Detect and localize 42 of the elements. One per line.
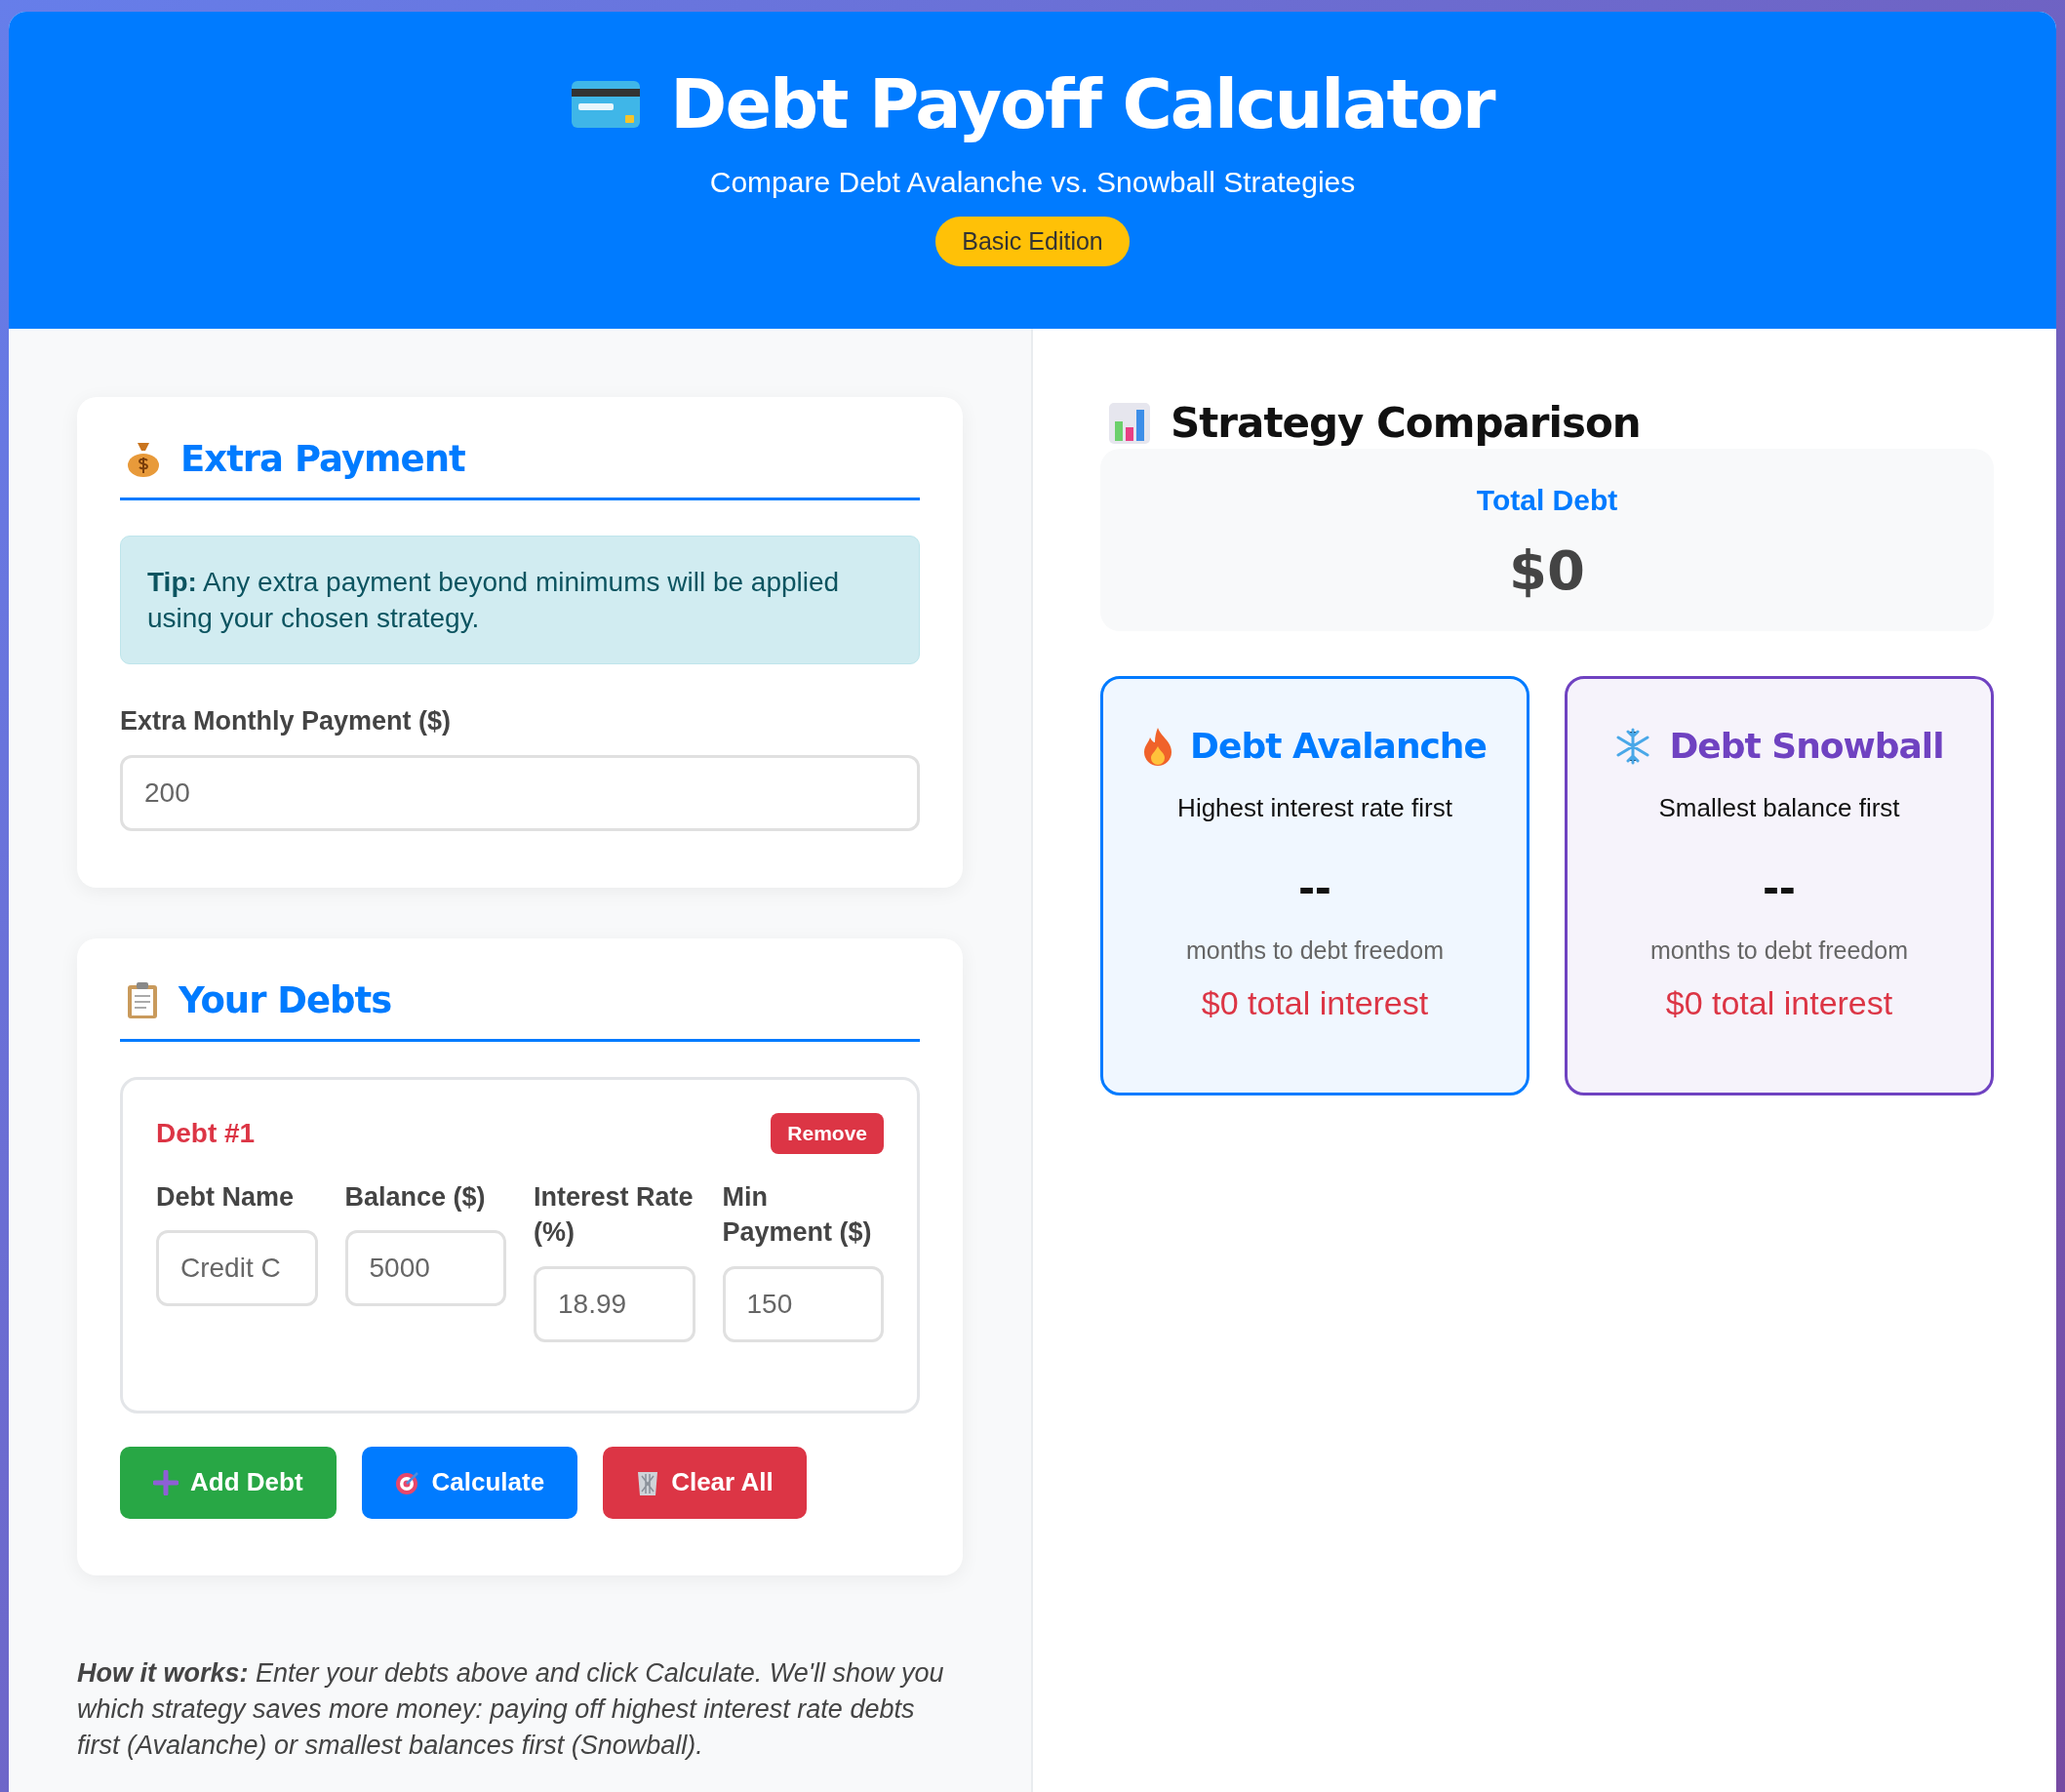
- action-button[interactable]: Calculate: [361, 1446, 578, 1519]
- how-it-works-text: How it works: Enter your debts above and click Calculate. We'll show you which strategy saves more money: paying off highest interest rate debts first (Avalanche) or smallest balances first (Snowball).: [77, 1656, 945, 1763]
- months-value: --: [1298, 858, 1331, 915]
- money-bag-icon: [126, 440, 161, 478]
- input-field[interactable]: Credit C: [156, 1230, 318, 1307]
- total-label: Total Debt: [1476, 484, 1618, 517]
- bar-chart-icon: [1108, 401, 1151, 445]
- tip-text: Tip: Any extra payment beyond minimums will be applied using your chosen strategy.: [120, 536, 920, 665]
- interest-value: $0 total interest: [1665, 984, 1893, 1022]
- field-label: Min Payment ($): [722, 1180, 873, 1250]
- clipboard-icon: [126, 980, 159, 1020]
- input-field[interactable]: 150: [722, 1265, 884, 1342]
- section-title: Extra Payment: [180, 438, 465, 480]
- months-value: --: [1763, 858, 1796, 915]
- section-title: Your Debts: [179, 978, 392, 1021]
- field-label: Debt Name: [156, 1180, 296, 1214]
- action-button[interactable]: Clear All: [603, 1446, 807, 1519]
- app-subtitle: Compare Debt Avalanche vs. Snowball Strategies: [709, 166, 1356, 199]
- months-label: months to debt freedom: [1185, 936, 1444, 965]
- target-icon: [394, 1469, 420, 1495]
- interest-value: $0 total interest: [1201, 984, 1429, 1022]
- months-label: months to debt freedom: [1649, 936, 1908, 965]
- field-label: Extra Monthly Payment ($): [120, 705, 453, 738]
- section-title: Strategy Comparison: [1171, 399, 1641, 447]
- total-value: $0: [1509, 538, 1585, 602]
- field-label: Balance ($): [344, 1180, 487, 1214]
- strategy-title: Debt Avalanche: [1190, 726, 1487, 766]
- input-field[interactable]: 200: [120, 754, 920, 831]
- app-title: Debt Payoff Calculator: [670, 64, 1494, 144]
- field-label: Interest Rate (%): [534, 1180, 695, 1250]
- input-field[interactable]: 5000: [344, 1230, 506, 1307]
- edition-badge: Basic Edition: [935, 217, 1130, 266]
- flame-icon: [1143, 726, 1173, 766]
- strategy-description: Smallest balance first: [1658, 793, 1900, 823]
- input-field[interactable]: 18.99: [534, 1265, 695, 1342]
- strategy-description: Highest interest rate first: [1177, 793, 1452, 823]
- plus-icon: [153, 1469, 179, 1495]
- remove-button[interactable]: Remove: [771, 1112, 884, 1154]
- debt-heading: Debt #1: [156, 1117, 256, 1149]
- action-button[interactable]: Add Debt: [120, 1446, 337, 1519]
- strategy-title: Debt Snowball: [1669, 726, 1944, 766]
- credit-card-icon: [571, 80, 642, 129]
